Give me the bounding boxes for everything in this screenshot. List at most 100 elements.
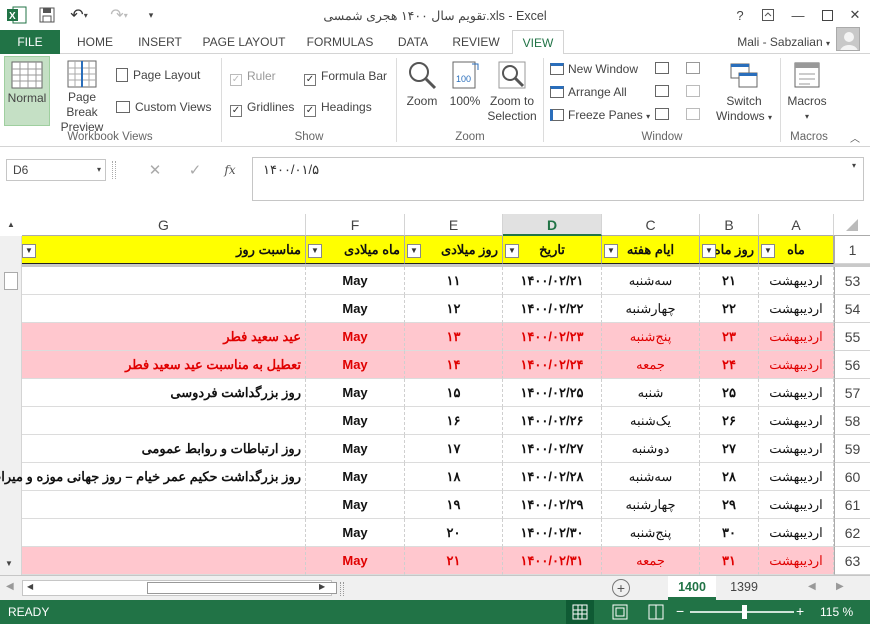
normal-view-button[interactable]: Normal [4,56,50,126]
filter-dropdown-icon[interactable]: ▼ [407,244,421,258]
cell-weekday[interactable]: دوشنبه [602,435,700,463]
unhide-icon[interactable] [655,108,669,120]
customize-qat-icon[interactable]: ▾ [140,5,162,25]
cell-day[interactable]: ۲۵ [700,379,759,407]
tab-formulas[interactable]: FORMULAS [300,30,380,54]
switch-windows-button[interactable]: Switch Windows ▾ [712,58,776,128]
row-header[interactable]: 55 [834,323,870,351]
cell-gregorian-month[interactable]: May [306,547,405,575]
cell-occasion[interactable] [22,295,306,323]
cell-gregorian-month[interactable]: May [306,491,405,519]
cell-day[interactable]: ۲۸ [700,463,759,491]
cell-date[interactable]: ۱۴۰۰/۰۲/۲۲ [503,295,602,323]
zoom-100-button[interactable]: 100 100% [446,58,484,118]
header-cell-b[interactable]: روز ماه ▼ [700,236,759,264]
row-header[interactable]: 56 [834,351,870,379]
col-header-a[interactable]: A [759,214,834,236]
scroll-down-icon[interactable]: ▼ [5,559,13,568]
cell-day[interactable]: ۲۶ [700,407,759,435]
select-all-corner[interactable] [834,214,870,236]
horizontal-scrollbar-thumb[interactable] [147,582,337,594]
maximize-icon[interactable] [815,4,839,26]
header-cell-g[interactable]: مناسبت روز ▼ [22,236,306,264]
cell-date[interactable]: ۱۴۰۰/۰۲/۳۱ [503,547,602,575]
tab-data[interactable]: DATA [390,30,436,54]
cell-day[interactable]: ۲۴ [700,351,759,379]
cell-day[interactable]: ۳۱ [700,547,759,575]
collapse-ribbon-icon[interactable]: ︿ [850,130,860,145]
enter-icon[interactable]: ✓ [180,159,210,181]
row-header[interactable]: 63 [834,547,870,575]
row-header[interactable]: 59 [834,435,870,463]
cell-gregorian-month[interactable]: May [306,295,405,323]
cell-occasion[interactable]: عید سعید فطر [22,323,306,351]
scroll-left-icon[interactable]: ◀ [6,581,20,595]
zoom-slider-thumb[interactable] [742,605,747,619]
user-account[interactable]: Mali - Sabzalian ▾ [737,35,830,49]
row-header[interactable]: 58 [834,407,870,435]
split-icon[interactable] [655,62,669,74]
cell-month[interactable]: اردیبهشت [759,295,834,323]
cell-date[interactable]: ۱۴۰۰/۰۲/۲۳ [503,323,602,351]
vertical-scrollbar-top[interactable]: ▲ [0,214,22,236]
page-break-status-icon[interactable] [644,600,668,624]
cell-gregorian-month[interactable]: May [306,435,405,463]
synchronous-scrolling-icon[interactable] [686,85,700,97]
close-button[interactable]: ✕ [843,4,867,26]
cell-weekday[interactable]: شنبه [602,379,700,407]
worksheet-grid[interactable]: ▲ ▼ G F E D C B A مناسبت روز ▼ ماه میلادی… [0,212,870,575]
freeze-panes-button[interactable]: Freeze Panes ▾ [550,106,650,124]
filter-dropdown-icon[interactable]: ▼ [604,244,618,258]
sheet-tab-1400[interactable]: 1400 [668,576,716,600]
cell-gregorian-month[interactable]: May [306,407,405,435]
col-header-e[interactable]: E [405,214,503,236]
cell-occasion[interactable] [22,547,306,575]
cell-occasion[interactable] [22,491,306,519]
hide-icon[interactable] [655,85,669,97]
page-layout-status-icon[interactable] [608,600,632,624]
header-cell-d[interactable]: تاریخ ▼ [503,236,602,264]
cell-gregorian-day[interactable]: ۱۸ [405,463,503,491]
filter-dropdown-icon[interactable]: ▼ [308,244,322,258]
avatar[interactable] [836,27,860,51]
tab-file[interactable]: FILE [0,30,60,54]
cell-occasion[interactable]: روز ارتباطات و روابط عمومی [22,435,306,463]
ribbon-display-options-icon[interactable] [756,4,780,26]
scroll-left-arrow-icon[interactable]: ◀ [27,582,33,591]
cell-gregorian-month[interactable]: May [306,323,405,351]
cell-occasion[interactable]: روز بزرگداشت فردوسی [22,379,306,407]
cell-occasion[interactable]: روز بزرگداشت حکیم عمر خیام – روز جهانی م… [0,463,306,491]
ruler-checkbox[interactable]: ✓ Ruler [230,67,276,86]
zoom-to-selection-button[interactable]: Zoom to Selection [486,58,538,128]
cell-gregorian-day[interactable]: ۱۷ [405,435,503,463]
vertical-scrollbar[interactable]: ▼ [0,236,22,575]
cell-date[interactable]: ۱۴۰۰/۰۲/۲۱ [503,267,602,295]
next-sheet-icon[interactable]: ▶ [836,581,844,592]
cell-month[interactable]: اردیبهشت [759,519,834,547]
cell-day[interactable]: ۲۲ [700,295,759,323]
gridlines-checkbox[interactable]: ✓ Gridlines [230,98,294,117]
prev-sheet-icon[interactable]: ◀ [808,581,816,592]
zoom-level[interactable]: 115 % [820,605,853,619]
help-button[interactable]: ? [728,4,752,26]
headings-checkbox[interactable]: ✓ Headings [304,98,372,117]
tab-review[interactable]: REVIEW [446,30,506,54]
col-header-f[interactable]: F [306,214,405,236]
scroll-right-arrow-icon[interactable]: ▶ [319,582,325,591]
cell-month[interactable]: اردیبهشت [759,407,834,435]
cell-gregorian-month[interactable]: May [306,351,405,379]
cell-occasion[interactable] [22,407,306,435]
minimize-button[interactable]: — [786,4,810,26]
horizontal-scrollbar[interactable]: ◀ ▶ [22,580,337,596]
expand-formula-bar-icon[interactable]: ▾ [852,161,856,170]
cell-month[interactable]: اردیبهشت [759,491,834,519]
cell-gregorian-month[interactable]: May [306,519,405,547]
zoom-out-icon[interactable]: − [676,603,684,619]
cell-month[interactable]: اردیبهشت [759,323,834,351]
normal-view-status-icon[interactable] [566,600,594,624]
namebox-splitter[interactable] [112,161,116,179]
cell-date[interactable]: ۱۴۰۰/۰۲/۲۹ [503,491,602,519]
cell-month[interactable]: اردیبهشت [759,547,834,575]
redo-icon[interactable]: ↷ ▾ [106,5,132,25]
zoom-button[interactable]: Zoom [402,58,442,118]
